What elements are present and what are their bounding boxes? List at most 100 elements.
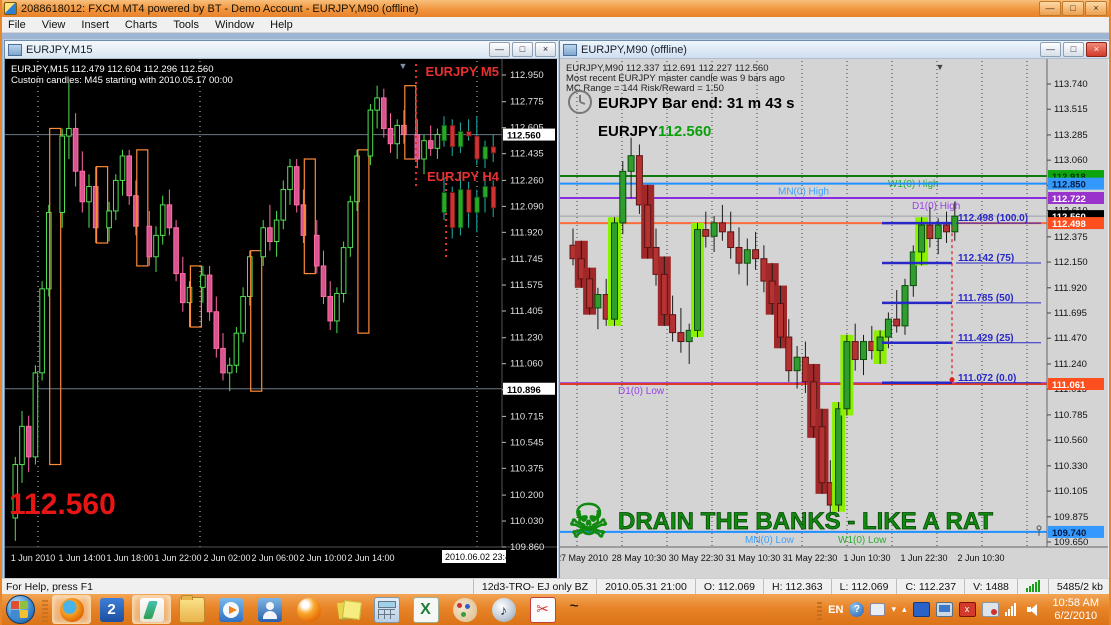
- m15-close-button[interactable]: ×: [535, 42, 556, 57]
- m15-chart-canvas[interactable]: 112.950112.775112.605112.435112.260112.0…: [5, 59, 557, 578]
- window-tray-icon[interactable]: [870, 603, 886, 616]
- taskbar-item-snip[interactable]: ✂: [524, 596, 561, 623]
- m90-close-button[interactable]: ×: [1086, 42, 1107, 57]
- scheduler-tray-icon[interactable]: [981, 602, 999, 617]
- bear-candle: [146, 225, 153, 258]
- bull-candle: [46, 211, 52, 290]
- bull-candle: [627, 155, 635, 172]
- taskbar-item-sticky[interactable]: [329, 596, 366, 623]
- language-indicator[interactable]: EN: [828, 604, 843, 616]
- bear-candle: [586, 278, 594, 309]
- price-tick-label: 111.240: [1054, 359, 1087, 370]
- bull-candle: [340, 247, 347, 294]
- menu-item-view[interactable]: View: [34, 19, 74, 31]
- help-tray-icon[interactable]: ?: [849, 602, 865, 617]
- mini-candle: [474, 135, 480, 160]
- level-line-label: MN(0) Low: [745, 535, 795, 546]
- bull-candle: [611, 222, 618, 320]
- bear-candle: [926, 224, 934, 240]
- bear-candle: [401, 124, 407, 136]
- price-tick-label: 109.875: [1054, 512, 1088, 523]
- m90-chart-canvas[interactable]: W1(0) HighMN(0) HighD1(0) HighD1(0) LowM…: [556, 59, 1108, 578]
- m15-restore-button[interactable]: □: [512, 42, 533, 57]
- menu-item-charts[interactable]: Charts: [117, 19, 165, 31]
- taskbar-clock[interactable]: 10:58 AM 6/2/2010: [1047, 597, 1105, 623]
- clock-date: 6/2/2010: [1054, 609, 1098, 622]
- mc-range-info: MC Range = 144 Risk/Reward = 1.50: [566, 83, 724, 94]
- taskbar-item-mt4[interactable]: [132, 595, 171, 624]
- display-tray-icon[interactable]: [935, 602, 953, 617]
- menu-item-file[interactable]: File: [2, 19, 34, 31]
- bear-candle: [206, 274, 213, 313]
- close-button[interactable]: ×: [1085, 1, 1107, 16]
- menu-item-tools[interactable]: Tools: [165, 19, 207, 31]
- bull-candle: [793, 356, 801, 372]
- mini-candle: [441, 192, 447, 213]
- taskbar-item-app2[interactable]: 2: [93, 596, 130, 623]
- minimize-button[interactable]: —: [1039, 1, 1061, 16]
- menu-item-help[interactable]: Help: [262, 19, 301, 31]
- chart-icon: [8, 43, 22, 56]
- taskbar-item-calc[interactable]: [368, 596, 405, 623]
- console-tray-icon[interactable]: [912, 602, 930, 617]
- price-tick-label: 110.375: [510, 463, 544, 474]
- taskbar-item-msn[interactable]: [251, 596, 288, 623]
- bull-candle: [594, 294, 602, 309]
- taskbar-item-paint[interactable]: [446, 596, 483, 623]
- volume-icon[interactable]: [1026, 603, 1041, 616]
- eurjpy-m5-inset-label: EURJPY M5: [426, 64, 499, 79]
- restore-button[interactable]: □: [1062, 1, 1084, 16]
- bear-candle: [92, 186, 99, 229]
- itunes-icon: ♪: [491, 597, 516, 622]
- bear-candle: [893, 318, 901, 327]
- m90-window-titlebar[interactable]: EURJPY,M90 (offline) — □ ×: [560, 41, 1109, 59]
- taskbar-item-explorer[interactable]: [173, 594, 210, 623]
- taskbar-item-excel[interactable]: X: [407, 596, 444, 623]
- bull-candle: [32, 372, 39, 458]
- bull-candle: [240, 295, 246, 334]
- clock-time: 10:58 AM: [1052, 596, 1099, 609]
- bear-candle: [220, 347, 226, 374]
- taskbar-item-wmp[interactable]: [212, 596, 249, 623]
- m90-minimize-button[interactable]: —: [1040, 42, 1061, 57]
- start-button[interactable]: [6, 595, 35, 624]
- alert-tray-icon[interactable]: x: [958, 602, 976, 617]
- openoffice-icon: ~: [569, 597, 579, 615]
- paint-icon: [452, 597, 477, 622]
- price-tick-label: 111.405: [510, 306, 543, 317]
- taskbar-item-openoffice[interactable]: ~: [563, 596, 600, 623]
- show-hidden-icons-arrow[interactable]: ▴: [902, 604, 907, 615]
- bull-candle: [934, 224, 942, 240]
- bear-candle: [752, 249, 760, 260]
- bear-candle: [669, 314, 677, 334]
- taskbar-item-gom[interactable]: [290, 596, 327, 623]
- time-tick-label: 1 Jun 10:30: [843, 553, 890, 563]
- calc-icon: [373, 596, 400, 623]
- price-tick-label: 112.150: [1054, 257, 1088, 268]
- bear-candle: [727, 231, 735, 248]
- taskbar: 2 X ♪ ✂ ~ EN ? ▾ ▴ x 10:58 AM 6/2/2010: [2, 594, 1109, 625]
- chart-window-m90[interactable]: EURJPY,M90 (offline) — □ × W1(0) HighMN(…: [556, 40, 1109, 581]
- app-titlebar[interactable]: 2088618012: FXCM MT4 powered by BT - Dem…: [2, 0, 1109, 17]
- taskbar-item-itunes[interactable]: ♪: [485, 596, 522, 623]
- chart-window-m15[interactable]: EURJPY,M15 — □ × 112.950 112.775 112.605 11…: [4, 40, 560, 581]
- level-line-label: D1(0) High: [912, 201, 960, 212]
- m90-restore-button[interactable]: □: [1063, 42, 1084, 57]
- price-tick-label: 112.950: [510, 70, 544, 81]
- m15-minimize-button[interactable]: —: [489, 42, 510, 57]
- bull-candle: [247, 256, 253, 297]
- bull-candle: [710, 222, 718, 237]
- status-segment-3: H: 112.363: [763, 579, 831, 595]
- menu-item-insert[interactable]: Insert: [73, 19, 117, 31]
- taskbar-item-firefox[interactable]: [52, 595, 91, 624]
- excel-icon: X: [412, 596, 439, 623]
- bull-candle: [367, 109, 374, 157]
- caret-down-icon[interactable]: ▾: [891, 604, 896, 615]
- network-signal-icon[interactable]: [1004, 603, 1020, 616]
- fib-level-label: 111.785 (50): [958, 293, 1014, 304]
- time-tick-label: 31 May 22:30: [783, 553, 838, 563]
- m15-window-titlebar[interactable]: EURJPY,M15 — □ ×: [5, 41, 559, 59]
- app-title: 2088618012: FXCM MT4 powered by BT - Dem…: [21, 2, 419, 15]
- menu-item-window[interactable]: Window: [207, 19, 262, 31]
- mini-candle: [490, 186, 497, 209]
